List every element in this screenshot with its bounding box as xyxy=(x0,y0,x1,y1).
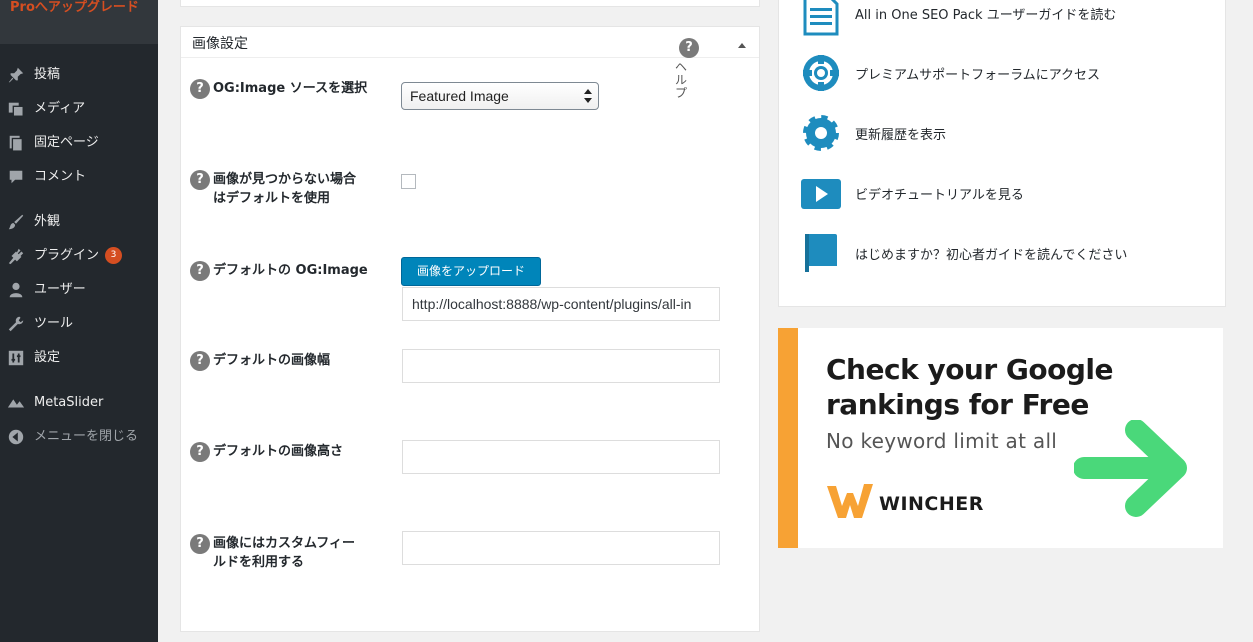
custom-field-label-line2: ルドを利用する xyxy=(213,555,305,570)
sidebar-item-users[interactable]: ユーザー xyxy=(0,273,158,307)
resource-label: All in One SEO Pack ユーザーガイドを読む xyxy=(855,8,1117,23)
book-icon xyxy=(805,234,837,272)
collapse-toggle-icon[interactable] xyxy=(737,42,747,49)
og-source-select[interactable]: Featured Image xyxy=(401,82,599,110)
wincher-ad-banner[interactable]: Check your Google rankings for Free No k… xyxy=(778,328,1223,548)
previous-panel xyxy=(180,0,760,7)
gear-icon xyxy=(803,115,839,151)
sidebar-item-label: 投稿 xyxy=(34,67,61,82)
default-height-input[interactable] xyxy=(402,440,720,474)
sidebar-item-label: メニューを閉じる xyxy=(34,429,139,444)
help-icon[interactable]: ? xyxy=(190,442,210,462)
resource-video-tutorials[interactable]: ビデオチュートリアルを見る xyxy=(800,171,1220,215)
sidebar-item-tools[interactable]: ツール xyxy=(0,307,158,341)
sidebar-item-plugins[interactable]: プラグイン 3 xyxy=(0,239,158,273)
sidebar-item-label: プラグイン xyxy=(34,248,100,263)
sidebar-item-settings[interactable]: 設定 xyxy=(0,341,158,375)
sidebar-item-label: MetaSlider xyxy=(34,395,104,410)
og-source-value: Featured Image xyxy=(410,88,509,104)
arrow-right-icon xyxy=(1074,420,1187,517)
upload-image-button[interactable]: 画像をアップロード xyxy=(401,257,541,286)
resource-support-forum[interactable]: プレミアムサポートフォーラムにアクセス xyxy=(800,51,1220,95)
help-label[interactable]: ヘルプ xyxy=(675,61,691,100)
help-icon[interactable]: ? xyxy=(190,261,210,281)
og-source-label: OG:Image ソースを選択 xyxy=(213,81,368,96)
sidebar-item-media[interactable]: メディア xyxy=(0,92,158,126)
settings-icon xyxy=(8,350,24,366)
sidebar-item-posts[interactable]: 投稿 xyxy=(0,58,158,92)
resource-changelog[interactable]: 更新履歴を表示 xyxy=(800,111,1220,155)
sidebar-item-label: 固定ページ xyxy=(34,135,99,150)
pushpin-icon xyxy=(8,67,24,83)
collapse-menu-button[interactable]: メニューを閉じる xyxy=(0,420,158,454)
header-help-icon[interactable]: ? xyxy=(679,38,699,58)
default-image-url-input[interactable]: http://localhost:8888/wp-content/plugins… xyxy=(402,287,720,321)
sidebar-item-pages[interactable]: 固定ページ xyxy=(0,126,158,160)
brush-icon xyxy=(8,214,24,230)
ad-headline-line1: Check your Google xyxy=(826,353,1114,386)
comment-icon xyxy=(9,170,23,184)
sidebar-item-label: 外観 xyxy=(34,214,61,229)
document-icon xyxy=(803,0,839,36)
user-icon xyxy=(9,282,23,298)
default-height-label: デフォルトの画像高さ xyxy=(213,444,344,459)
metaslider-icon xyxy=(7,399,25,408)
ad-headline-line2: rankings for Free xyxy=(826,388,1089,421)
media-icon xyxy=(8,102,24,117)
fallback-label-line2: はデフォルトを使用 xyxy=(213,191,331,206)
fallback-checkbox[interactable] xyxy=(401,174,416,189)
plugin-icon xyxy=(8,248,24,265)
help-icon[interactable]: ? xyxy=(190,534,210,554)
wincher-logo-icon xyxy=(827,484,873,518)
update-count-badge: 3 xyxy=(105,247,123,264)
fallback-label: 画像が見つからない場合 はデフォルトを使用 xyxy=(213,170,356,208)
sidebar-item-label: コメント xyxy=(34,169,87,184)
pages-icon xyxy=(9,135,23,152)
lifebuoy-icon xyxy=(803,55,839,91)
help-icon[interactable]: ? xyxy=(190,79,210,99)
default-width-input[interactable] xyxy=(402,349,720,383)
sidebar-item-label: メディア xyxy=(34,101,86,116)
sidebar-item-comments[interactable]: コメント xyxy=(0,160,158,194)
ad-accent-bar xyxy=(778,328,798,548)
resource-label: はじめますか？初心者ガイドを読んでください xyxy=(855,248,1128,263)
custom-field-label-line1: 画像にはカスタムフィー xyxy=(213,536,355,551)
resource-label: ビデオチュートリアルを見る xyxy=(855,188,1024,203)
default-image-label: デフォルトの OG:Image xyxy=(213,263,368,278)
collapse-icon xyxy=(8,429,24,445)
resource-label: プレミアムサポートフォーラムにアクセス xyxy=(855,68,1101,83)
sidebar-item-appearance[interactable]: 外観 xyxy=(0,205,158,239)
resource-beginner-guide[interactable]: はじめますか？初心者ガイドを読んでください xyxy=(800,231,1220,275)
ad-headline: Check your Google rankings for Free xyxy=(826,352,1114,422)
sidebar-item-label: ツール xyxy=(34,316,74,331)
custom-field-input[interactable] xyxy=(402,531,720,565)
upgrade-label: Proへアップグレード xyxy=(10,0,139,15)
resource-label: 更新履歴を表示 xyxy=(855,128,947,143)
fallback-label-line1: 画像が見つからない場合 xyxy=(213,172,357,187)
sidebar-item-label: 設定 xyxy=(34,350,61,365)
panel-header[interactable]: 画像設定 xyxy=(181,27,759,58)
sidebar-item-metaslider[interactable]: MetaSlider xyxy=(0,386,158,420)
resource-user-guide[interactable]: All in One SEO Pack ユーザーガイドを読む xyxy=(800,0,1220,36)
admin-sidebar: Proへアップグレード 投稿 メディア 固定ページ コメント 外観 プラグイン 3… xyxy=(0,0,158,642)
default-width-label: デフォルトの画像幅 xyxy=(213,353,331,368)
ad-brand: WINCHER xyxy=(879,493,984,515)
help-icon[interactable]: ? xyxy=(190,351,210,371)
play-icon xyxy=(801,179,841,209)
panel-title: 画像設定 xyxy=(192,36,248,52)
ad-subline: No keyword limit at all xyxy=(826,429,1058,453)
help-icon[interactable]: ? xyxy=(190,170,210,190)
custom-field-label: 画像にはカスタムフィー ルドを利用する xyxy=(213,534,355,572)
wrench-icon xyxy=(8,316,24,332)
upgrade-to-pro-link[interactable]: Proへアップグレード xyxy=(0,0,158,44)
select-arrows-icon xyxy=(584,89,592,103)
sidebar-item-label: ユーザー xyxy=(34,282,86,297)
